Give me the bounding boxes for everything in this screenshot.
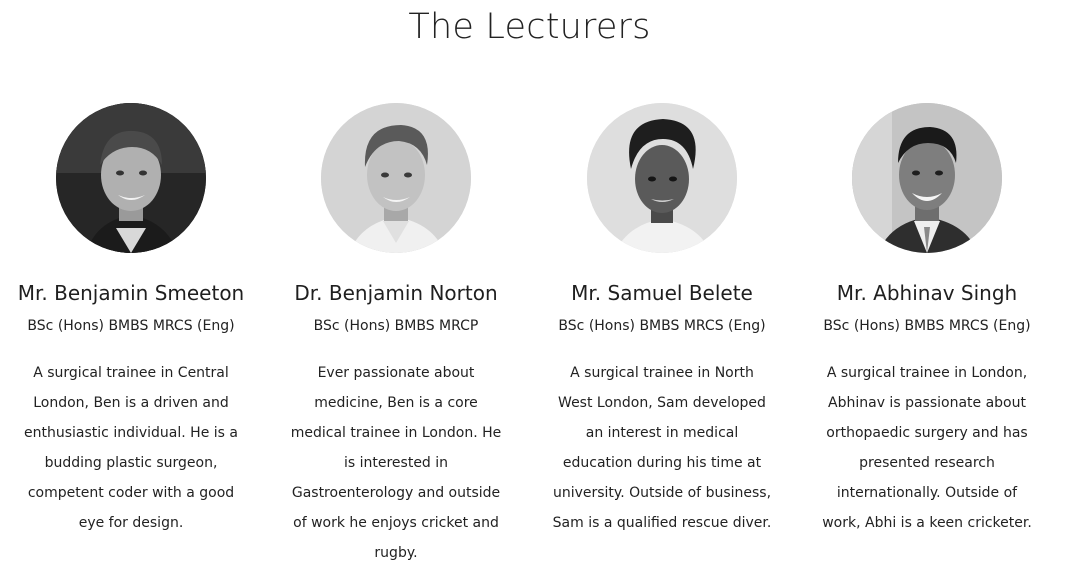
lecturer-name: Mr. Benjamin Smeeton [17,281,245,305]
portrait-photo-icon [321,103,471,253]
portrait-photo-icon [587,103,737,253]
lecturer-credentials: BSc (Hons) BMBS MRCP [313,318,479,334]
lecturer-bio: A surgical trainee in Central London, Be… [24,365,238,531]
lecturer-credentials: BSc (Hons) BMBS MRCS (Eng) [27,318,235,334]
lecturer-credentials: BSc (Hons) BMBS MRCS (Eng) [823,318,1031,334]
lecturer-bio: A surgical trainee in North West London,… [552,365,772,531]
section-title: The Lecturers [408,7,651,47]
lecturer-bio: A surgical trainee in London, Abhinav is… [822,365,1032,531]
lecturer-name: Mr. Samuel Belete [571,281,753,305]
lecturer-photo [56,103,206,253]
lecturer-name: Dr. Benjamin Norton [294,281,498,305]
lecturer-name: Mr. Abhinav Singh [836,281,1018,305]
lecturer-card: Mr. Samuel Belete BSc (Hons) BMBS MRCS (… [542,103,782,538]
lecturer-card: Mr. Benjamin Smeeton BSc (Hons) BMBS MRC… [11,103,251,538]
lecturer-card: Mr. Abhinav Singh BSc (Hons) BMBS MRCS (… [807,103,1047,538]
lecturer-photo [587,103,737,253]
portrait-photo-icon [56,103,206,253]
lecturer-credentials: BSc (Hons) BMBS MRCS (Eng) [558,318,766,334]
portrait-photo-icon [852,103,1002,253]
lecturer-photo [852,103,1002,253]
lecturer-photo [321,103,471,253]
lecturer-card: Dr. Benjamin Norton BSc (Hons) BMBS MRCP… [276,103,516,568]
lecturer-bio: Ever passionate about medicine, Ben is a… [290,365,502,561]
